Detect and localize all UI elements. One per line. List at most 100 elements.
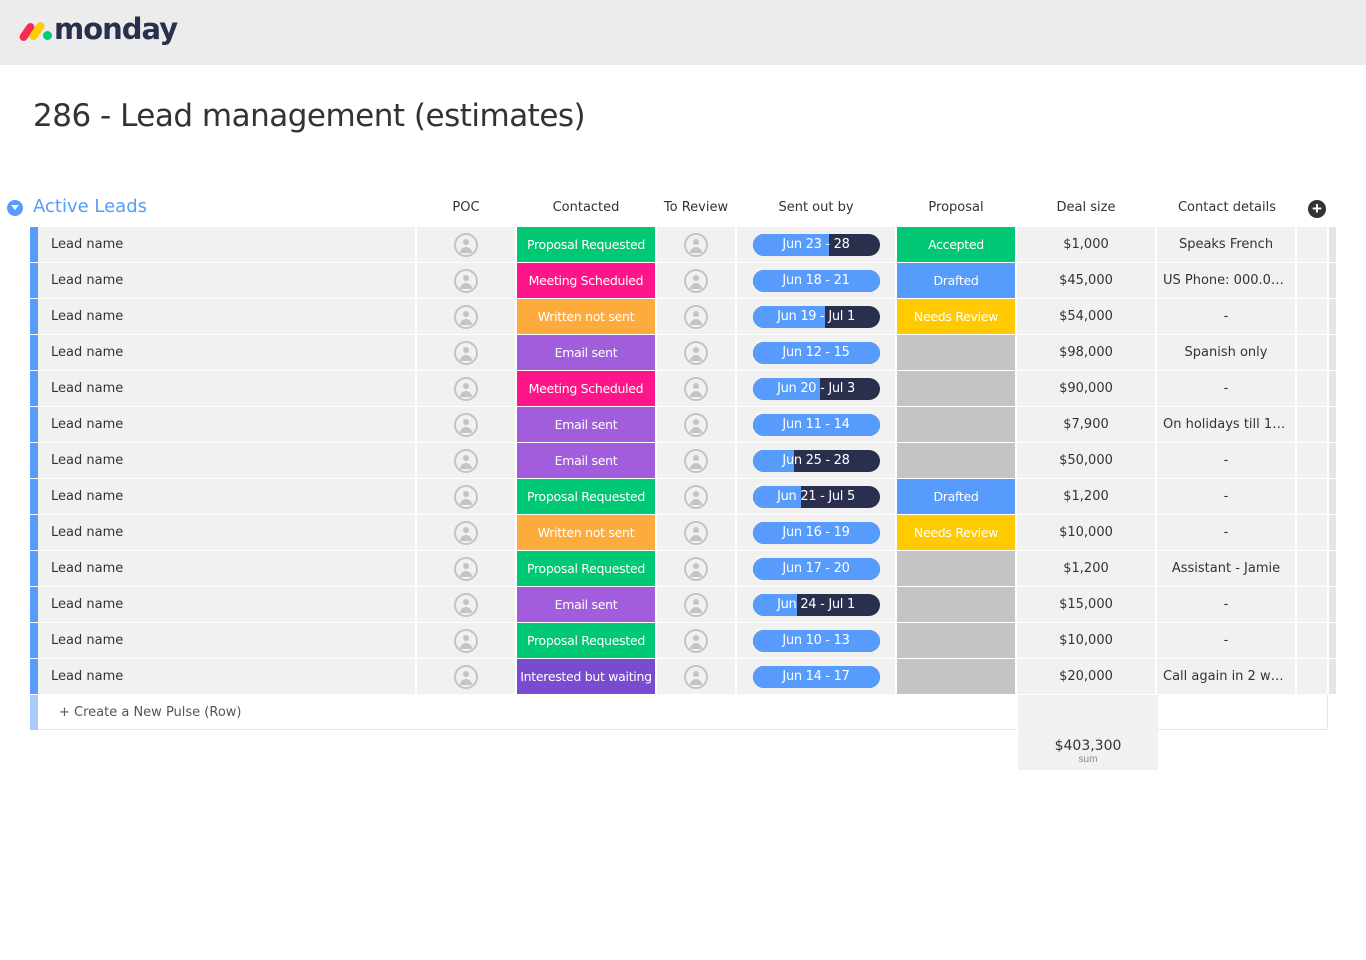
to-review-cell[interactable] bbox=[657, 407, 735, 442]
table-row[interactable]: Lead name Meeting Scheduled Jun 18 - 21 … bbox=[30, 263, 1336, 299]
timeline-bar[interactable]: Jun 18 - 21 bbox=[752, 269, 880, 292]
person-placeholder-icon[interactable] bbox=[684, 484, 708, 509]
person-placeholder-icon[interactable] bbox=[454, 304, 478, 329]
row-empty-cell[interactable] bbox=[1297, 407, 1327, 442]
deal-size-cell[interactable]: $50,000 bbox=[1017, 443, 1155, 478]
contact-details-cell[interactable]: - bbox=[1157, 623, 1295, 658]
poc-cell[interactable] bbox=[417, 335, 515, 370]
sent-out-by-cell[interactable]: Jun 25 - 28 bbox=[737, 443, 895, 478]
contact-details-cell[interactable]: - bbox=[1157, 587, 1295, 622]
poc-cell[interactable] bbox=[417, 551, 515, 586]
contacted-status[interactable]: Interested but waiting bbox=[517, 659, 655, 694]
sent-out-by-cell[interactable]: Jun 11 - 14 bbox=[737, 407, 895, 442]
to-review-cell[interactable] bbox=[657, 263, 735, 298]
row-empty-cell[interactable] bbox=[1297, 227, 1327, 262]
column-header-deal-size[interactable]: Deal size bbox=[1017, 200, 1155, 215]
sent-out-by-cell[interactable]: Jun 24 - Jul 1 bbox=[737, 587, 895, 622]
lead-name-cell[interactable]: Lead name bbox=[38, 299, 415, 334]
add-column-icon[interactable]: + bbox=[1308, 200, 1326, 218]
person-placeholder-icon[interactable] bbox=[454, 592, 478, 617]
deal-size-cell[interactable]: $1,200 bbox=[1017, 551, 1155, 586]
sent-out-by-cell[interactable]: Jun 21 - Jul 5 bbox=[737, 479, 895, 514]
table-row[interactable]: Lead name Interested but waiting Jun 14 … bbox=[30, 659, 1336, 695]
sent-out-by-cell[interactable]: Jun 16 - 19 bbox=[737, 515, 895, 550]
row-empty-cell[interactable] bbox=[1297, 479, 1327, 514]
person-placeholder-icon[interactable] bbox=[684, 304, 708, 329]
row-empty-cell[interactable] bbox=[1297, 443, 1327, 478]
proposal-status[interactable] bbox=[897, 407, 1015, 442]
to-review-cell[interactable] bbox=[657, 227, 735, 262]
row-empty-cell[interactable] bbox=[1297, 659, 1327, 694]
sent-out-by-cell[interactable]: Jun 20 - Jul 3 bbox=[737, 371, 895, 406]
person-placeholder-icon[interactable] bbox=[684, 376, 708, 401]
contact-details-cell[interactable]: - bbox=[1157, 443, 1295, 478]
table-row[interactable]: Lead name Email sent Jun 24 - Jul 1 $15,… bbox=[30, 587, 1336, 623]
table-row[interactable]: Lead name Written not sent Jun 19 - Jul … bbox=[30, 299, 1336, 335]
person-placeholder-icon[interactable] bbox=[454, 376, 478, 401]
contacted-status[interactable]: Meeting Scheduled bbox=[517, 263, 655, 298]
poc-cell[interactable] bbox=[417, 263, 515, 298]
timeline-bar[interactable]: Jun 17 - 20 bbox=[752, 557, 880, 580]
deal-size-cell[interactable]: $90,000 bbox=[1017, 371, 1155, 406]
deal-size-cell[interactable]: $98,000 bbox=[1017, 335, 1155, 370]
column-header-proposal[interactable]: Proposal bbox=[897, 200, 1015, 215]
person-placeholder-icon[interactable] bbox=[454, 520, 478, 545]
timeline-bar[interactable]: Jun 10 - 13 bbox=[752, 629, 880, 652]
lead-name-cell[interactable]: Lead name bbox=[38, 551, 415, 586]
sent-out-by-cell[interactable]: Jun 10 - 13 bbox=[737, 623, 895, 658]
contacted-status[interactable]: Email sent bbox=[517, 587, 655, 622]
contact-details-cell[interactable]: Assistant - Jamie bbox=[1157, 551, 1295, 586]
column-header-contact-details[interactable]: Contact details bbox=[1157, 200, 1297, 215]
timeline-bar[interactable]: Jun 21 - Jul 5 bbox=[752, 485, 880, 508]
table-row[interactable]: Lead name Email sent Jun 12 - 15 $98,000… bbox=[30, 335, 1336, 371]
proposal-status[interactable] bbox=[897, 623, 1015, 658]
proposal-status[interactable] bbox=[897, 443, 1015, 478]
contacted-status[interactable]: Meeting Scheduled bbox=[517, 371, 655, 406]
contact-details-cell[interactable]: US Phone: 000.00.2... bbox=[1157, 263, 1295, 298]
to-review-cell[interactable] bbox=[657, 659, 735, 694]
row-empty-cell[interactable] bbox=[1297, 263, 1327, 298]
lead-name-cell[interactable]: Lead name bbox=[38, 587, 415, 622]
contacted-status[interactable]: Email sent bbox=[517, 335, 655, 370]
person-placeholder-icon[interactable] bbox=[684, 412, 708, 437]
row-empty-cell[interactable] bbox=[1297, 587, 1327, 622]
row-empty-cell[interactable] bbox=[1297, 371, 1327, 406]
contact-details-cell[interactable]: Spanish only bbox=[1157, 335, 1295, 370]
contacted-status[interactable]: Email sent bbox=[517, 443, 655, 478]
row-empty-cell[interactable] bbox=[1297, 299, 1327, 334]
lead-name-cell[interactable]: Lead name bbox=[38, 263, 415, 298]
contacted-status[interactable]: Proposal Requested bbox=[517, 227, 655, 262]
person-placeholder-icon[interactable] bbox=[684, 232, 708, 257]
row-empty-cell[interactable] bbox=[1297, 515, 1327, 550]
to-review-cell[interactable] bbox=[657, 443, 735, 478]
deal-size-cell[interactable]: $1,200 bbox=[1017, 479, 1155, 514]
table-row[interactable]: Lead name Email sent Jun 25 - 28 $50,000… bbox=[30, 443, 1336, 479]
column-header-poc[interactable]: POC bbox=[417, 200, 515, 215]
deal-size-cell[interactable]: $1,000 bbox=[1017, 227, 1155, 262]
lead-name-cell[interactable]: Lead name bbox=[38, 407, 415, 442]
sent-out-by-cell[interactable]: Jun 17 - 20 bbox=[737, 551, 895, 586]
to-review-cell[interactable] bbox=[657, 479, 735, 514]
to-review-cell[interactable] bbox=[657, 551, 735, 586]
person-placeholder-icon[interactable] bbox=[684, 340, 708, 365]
lead-name-cell[interactable]: Lead name bbox=[38, 623, 415, 658]
contact-details-cell[interactable]: - bbox=[1157, 479, 1295, 514]
to-review-cell[interactable] bbox=[657, 587, 735, 622]
person-placeholder-icon[interactable] bbox=[684, 664, 708, 689]
person-placeholder-icon[interactable] bbox=[454, 340, 478, 365]
to-review-cell[interactable] bbox=[657, 335, 735, 370]
proposal-status[interactable] bbox=[897, 335, 1015, 370]
timeline-bar[interactable]: Jun 25 - 28 bbox=[752, 449, 880, 472]
lead-name-cell[interactable]: Lead name bbox=[38, 227, 415, 262]
lead-name-cell[interactable]: Lead name bbox=[38, 659, 415, 694]
to-review-cell[interactable] bbox=[657, 623, 735, 658]
sent-out-by-cell[interactable]: Jun 12 - 15 bbox=[737, 335, 895, 370]
poc-cell[interactable] bbox=[417, 659, 515, 694]
contact-details-cell[interactable]: Call again in 2 weeks bbox=[1157, 659, 1295, 694]
timeline-bar[interactable]: Jun 24 - Jul 1 bbox=[752, 593, 880, 616]
to-review-cell[interactable] bbox=[657, 371, 735, 406]
person-placeholder-icon[interactable] bbox=[684, 556, 708, 581]
timeline-bar[interactable]: Jun 19 - Jul 1 bbox=[752, 305, 880, 328]
poc-cell[interactable] bbox=[417, 299, 515, 334]
person-placeholder-icon[interactable] bbox=[684, 520, 708, 545]
